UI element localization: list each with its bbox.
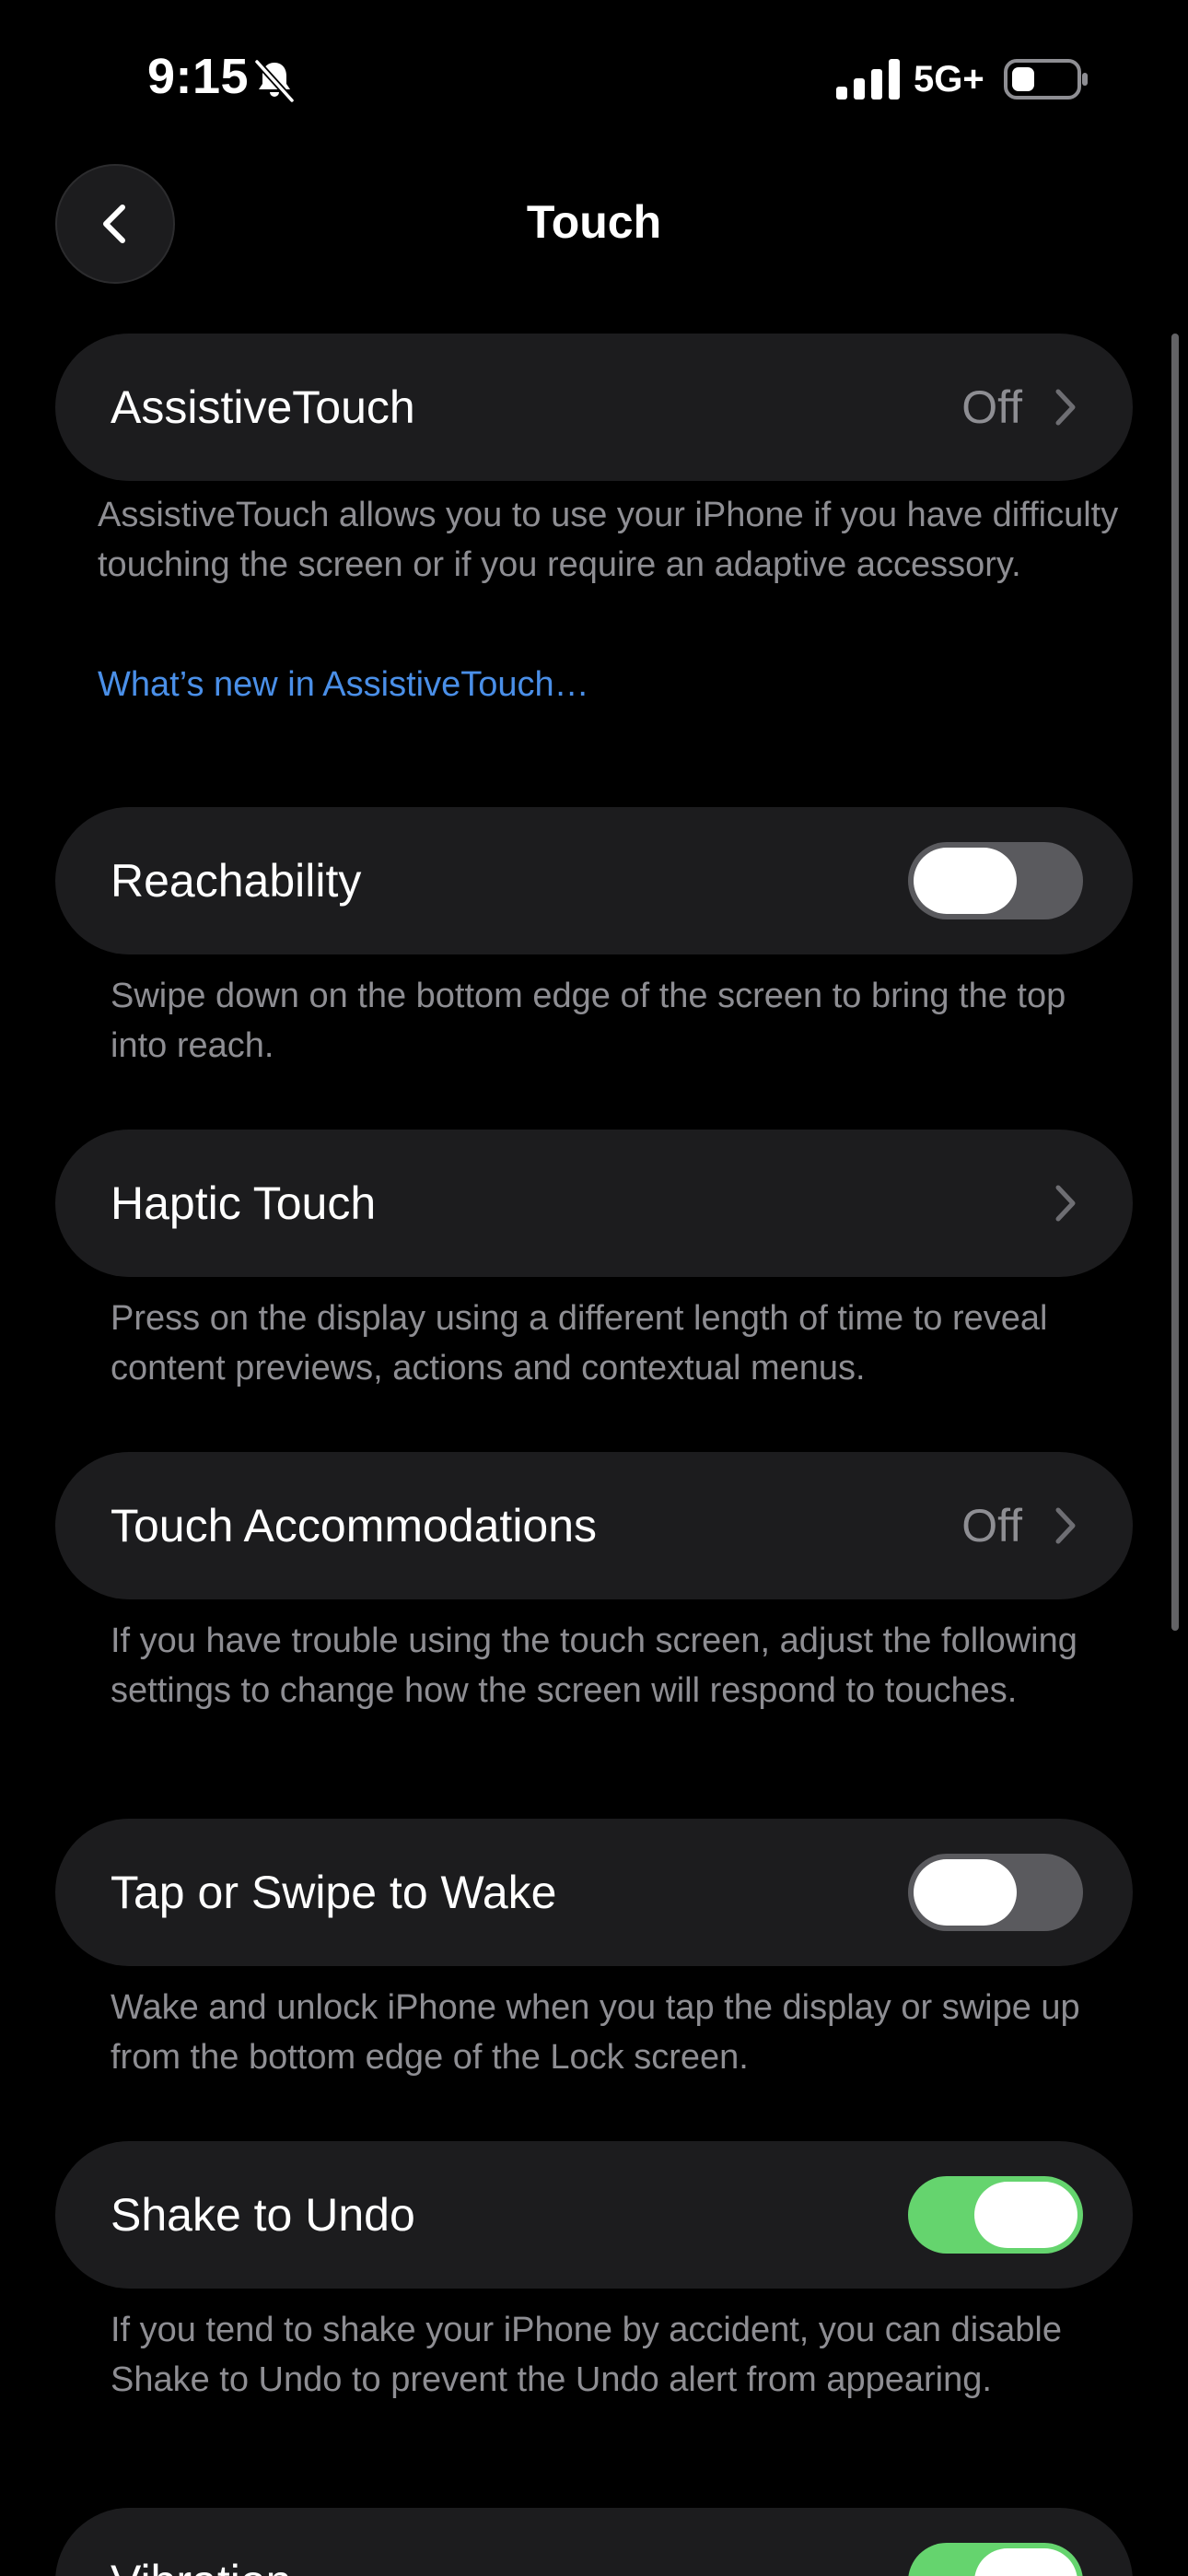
assistivetouch-row[interactable]: AssistiveTouch Off bbox=[55, 334, 1133, 481]
status-time: 9:15 bbox=[147, 49, 250, 104]
reachability-footer: Swipe down on the bottom edge of the scr… bbox=[111, 977, 1066, 1065]
row-value: Off bbox=[961, 1500, 1022, 1551]
shake-to-undo-footer: If you tend to shake your iPhone by acci… bbox=[111, 2311, 1062, 2399]
row-label: Vibration bbox=[111, 2555, 291, 2576]
bell-slash-icon bbox=[254, 59, 295, 103]
chevron-right-icon bbox=[1055, 389, 1076, 426]
toggle-knob bbox=[914, 848, 1017, 914]
haptic-touch-footer: Press on the display using a different l… bbox=[111, 1299, 1048, 1388]
vibration-toggle[interactable] bbox=[908, 2543, 1083, 2576]
row-label: Reachability bbox=[111, 855, 362, 907]
row-label: AssistiveTouch bbox=[111, 381, 415, 433]
touch-accommodations-footer: If you have trouble using the touch scre… bbox=[111, 1622, 1077, 1710]
row-label: Tap or Swipe to Wake bbox=[111, 1867, 557, 1918]
shake-to-undo-toggle[interactable] bbox=[908, 2176, 1083, 2254]
settings-screen: 9:15 5G+ Touch AssistiveTouch Off Assist… bbox=[0, 0, 1188, 2576]
assistivetouch-footer: AssistiveTouch allows you to use your iP… bbox=[98, 496, 1119, 584]
whats-new-link[interactable]: What’s new in AssistiveTouch… bbox=[98, 665, 589, 705]
scroll-indicator[interactable] bbox=[1171, 334, 1179, 1631]
chevron-right-icon bbox=[1055, 1185, 1076, 1222]
network-type: 5G+ bbox=[914, 59, 984, 100]
battery-icon bbox=[1004, 59, 1088, 100]
chevron-right-icon bbox=[1055, 1507, 1076, 1544]
tap-swipe-wake-footer: Wake and unlock iPhone when you tap the … bbox=[111, 1988, 1080, 2077]
toggle-knob bbox=[974, 2182, 1077, 2248]
status-bar: 9:15 5G+ bbox=[0, 0, 1188, 157]
row-label: Haptic Touch bbox=[111, 1177, 377, 1229]
tap-swipe-wake-row: Tap or Swipe to Wake bbox=[55, 1819, 1133, 1966]
touch-accommodations-row[interactable]: Touch Accommodations Off bbox=[55, 1452, 1133, 1599]
page-title: Touch bbox=[526, 196, 662, 248]
haptic-touch-row[interactable]: Haptic Touch bbox=[55, 1130, 1133, 1277]
row-value: Off bbox=[961, 381, 1022, 433]
toggle-knob bbox=[974, 2548, 1077, 2576]
vibration-row: Vibration bbox=[55, 2508, 1133, 2576]
reachability-row: Reachability bbox=[55, 807, 1133, 954]
reachability-toggle[interactable] bbox=[908, 842, 1083, 919]
row-label: Touch Accommodations bbox=[111, 1500, 598, 1551]
tap-swipe-wake-toggle[interactable] bbox=[908, 1854, 1083, 1931]
toggle-knob bbox=[914, 1859, 1017, 1926]
shake-to-undo-row: Shake to Undo bbox=[55, 2141, 1133, 2289]
cellular-signal-icon bbox=[836, 59, 900, 100]
row-label: Shake to Undo bbox=[111, 2189, 415, 2241]
